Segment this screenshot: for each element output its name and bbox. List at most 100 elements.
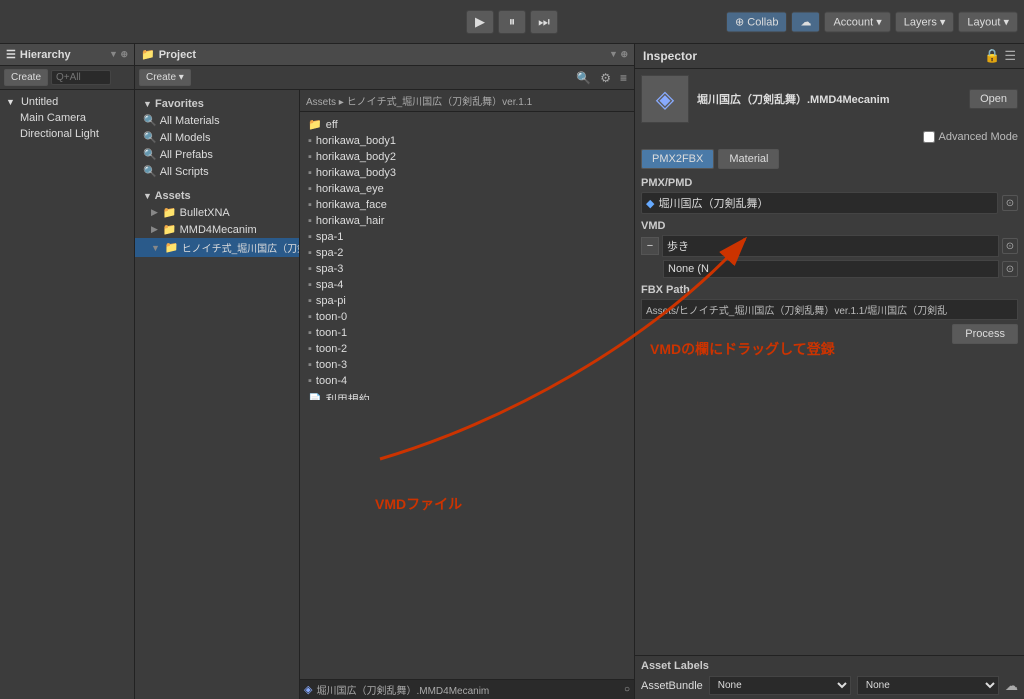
inspector-content: ◈ 堀川国広（刀剣乱舞）.MMD4Mecanim Open Advanced M… — [635, 69, 1024, 655]
project-title: Project — [159, 49, 196, 61]
icon-eye: ▪ — [308, 183, 312, 195]
inspector-asset-header: ◈ 堀川国広（刀剣乱舞）.MMD4Mecanim Open — [641, 75, 1018, 123]
vmd-dot-button-1[interactable]: ⊙ — [1002, 238, 1018, 254]
open-button[interactable]: Open — [969, 89, 1018, 109]
file-label-face: horikawa_face — [316, 199, 387, 211]
file-spa3[interactable]: ▪ spa-3 — [300, 261, 634, 277]
pause-button[interactable]: ⏸ — [498, 10, 526, 34]
project-settings-icon-btn[interactable]: ⚙ — [597, 70, 614, 86]
asset-bundle-none-select[interactable]: None — [857, 676, 999, 695]
vmd-input-2[interactable]: None (N — [663, 260, 999, 278]
pmx2fbx-button[interactable]: PMX2FBX — [641, 149, 714, 169]
pmx-field-row: ◆ 堀川国広（刀剣乱舞） ⊙ — [641, 192, 1018, 214]
favorites-arrow: ▼ — [143, 99, 152, 109]
file-toon4[interactable]: ▪ toon-4 — [300, 373, 634, 389]
vmd-row-1: − 歩き ⊙ — [641, 235, 1018, 257]
inspector-lock-button[interactable]: 🔒 — [984, 48, 1000, 64]
file-horikawa-eye[interactable]: ▪ horikawa_eye — [300, 181, 634, 197]
icon-spa1: ▪ — [308, 231, 312, 243]
vmd-minus-button[interactable]: − — [641, 237, 659, 255]
folder-all-scripts[interactable]: 🔍 All Scripts — [135, 163, 299, 180]
folder-bulletxna[interactable]: ▶ 📁 BulletXNA — [135, 204, 299, 221]
folder-all-models[interactable]: 🔍 All Models — [135, 129, 299, 146]
account-button[interactable]: Account ▾ — [824, 11, 890, 32]
vmd-dot-button-2[interactable]: ⊙ — [1002, 261, 1018, 277]
pmx-field-dot-button[interactable]: ⊙ — [1002, 195, 1018, 211]
folder-all-prefabs[interactable]: 🔍 All Prefabs — [135, 146, 299, 163]
folder-all-materials[interactable]: 🔍 All Materials — [135, 112, 299, 129]
inspector-panel: Inspector 🔒 ☰ ◈ 堀川国広（刀剣乱舞）.MMD4Mecanim O… — [635, 44, 1024, 699]
file-toon1[interactable]: ▪ toon-1 — [300, 325, 634, 341]
folder-icon-mmd4mecanim: 📁 — [163, 223, 177, 236]
folder-label-hinoise: ヒノイチ式_堀川国広（刀剣乱舞）ver.1... — [182, 240, 300, 255]
file-eff[interactable]: 📁 eff — [300, 116, 634, 133]
asset-labels-cloud-button[interactable]: ☁ — [1005, 678, 1018, 694]
hierarchy-tree: ▼ Untitled Main Camera Directional Light — [0, 90, 134, 699]
tree-item-main-camera[interactable]: Main Camera — [0, 110, 134, 126]
file-terms[interactable]: 📄 利用規約 — [300, 389, 634, 400]
file-spa1[interactable]: ▪ spa-1 — [300, 229, 634, 245]
assets-arrow: ▼ — [143, 191, 152, 201]
file-label-spa1: spa-1 — [316, 231, 344, 243]
folder-mmd4mecanim[interactable]: ▶ 📁 MMD4Mecanim — [135, 221, 299, 238]
tree-item-untitled[interactable]: ▼ Untitled — [0, 94, 134, 110]
advanced-mode-checkbox[interactable] — [923, 131, 935, 143]
collab-button[interactable]: ⊕ Collab — [726, 11, 787, 32]
hierarchy-create-button[interactable]: Create — [4, 69, 48, 86]
asset-bundle-select[interactable]: None — [709, 676, 851, 695]
file-horikawa-face[interactable]: ▪ horikawa_face — [300, 197, 634, 213]
folder-icon-all-prefabs: 🔍 — [143, 148, 157, 161]
hierarchy-search-input[interactable] — [51, 70, 111, 85]
file-label-toon2: toon-2 — [316, 343, 347, 355]
inspector-menu-button[interactable]: ☰ — [1004, 48, 1016, 64]
step-button[interactable]: ⏭ — [530, 10, 558, 34]
asset-labels-title: Asset Labels — [641, 660, 1018, 672]
asset-bundle-label: AssetBundle — [641, 680, 703, 692]
icon-toon2: ▪ — [308, 343, 312, 355]
file-toon3[interactable]: ▪ toon-3 — [300, 357, 634, 373]
tree-item-directional-light[interactable]: Directional Light — [0, 126, 134, 142]
folder-icon-hinoise: 📁 — [165, 241, 179, 254]
material-button[interactable]: Material — [718, 149, 779, 169]
file-spa2[interactable]: ▪ spa-2 — [300, 245, 634, 261]
file-label-spa2: spa-2 — [316, 247, 344, 259]
expand-mmd4mecanim: ▶ — [151, 224, 158, 235]
layout-button[interactable]: Layout ▾ — [958, 11, 1018, 32]
inspector-header: Inspector 🔒 ☰ — [635, 44, 1024, 69]
pmx-fbx-buttons: PMX2FBX Material — [641, 149, 1018, 169]
icon-spapi: ▪ — [308, 295, 312, 307]
file-horikawa-hair[interactable]: ▪ horikawa_hair — [300, 213, 634, 229]
file-label-hair: horikawa_hair — [316, 215, 384, 227]
project-bottom-bar: ◈ 堀川国広（刀剣乱舞）.MMD4Mecanim ○ — [300, 679, 634, 699]
file-toon2[interactable]: ▪ toon-2 — [300, 341, 634, 357]
process-button[interactable]: Process — [952, 324, 1018, 344]
file-horikawa-body1[interactable]: ▪ horikawa_body1 — [300, 133, 634, 149]
favorites-title: ▼ Favorites — [135, 94, 299, 112]
vmd-input-1[interactable]: 歩き — [662, 235, 999, 257]
bottom-icon: ◈ — [304, 683, 312, 696]
file-horikawa-body2[interactable]: ▪ horikawa_body2 — [300, 149, 634, 165]
file-horikawa-body3[interactable]: ▪ horikawa_body3 — [300, 165, 634, 181]
icon-body3: ▪ — [308, 167, 312, 179]
tree-arrow-untitled: ▼ — [6, 97, 15, 107]
icon-toon0: ▪ — [308, 311, 312, 323]
fbx-path-row: Assets/ヒノイチ式_堀川国広（刀剣乱舞）ver.1.1/堀川国広（刀剣乱 — [641, 299, 1018, 320]
project-create-button[interactable]: Create ▾ — [139, 69, 191, 86]
file-spa4[interactable]: ▪ spa-4 — [300, 277, 634, 293]
project-search-icon-btn[interactable]: 🔍 — [573, 70, 594, 86]
pmx-field-input[interactable]: ◆ 堀川国広（刀剣乱舞） — [641, 192, 998, 214]
pmx-field-icon: ◆ — [646, 197, 654, 210]
file-spapi[interactable]: ▪ spa-pi — [300, 293, 634, 309]
file-toon0[interactable]: ▪ toon-0 — [300, 309, 634, 325]
cloud-button[interactable]: ☁ — [791, 11, 820, 32]
project-grid-icon-btn[interactable]: ≡ — [617, 70, 630, 86]
icon-toon4: ▪ — [308, 375, 312, 387]
bottom-controls: ○ — [624, 684, 630, 695]
favorites-label: Favorites — [155, 98, 204, 110]
vmd-value-2: None (N — [668, 263, 709, 275]
icon-hair: ▪ — [308, 215, 312, 227]
file-label-toon4: toon-4 — [316, 375, 347, 387]
folder-hinoise[interactable]: ▼ 📁 ヒノイチ式_堀川国広（刀剣乱舞）ver.1... — [135, 238, 299, 257]
layers-button[interactable]: Layers ▾ — [895, 11, 955, 32]
play-button[interactable]: ▶ — [466, 10, 494, 34]
